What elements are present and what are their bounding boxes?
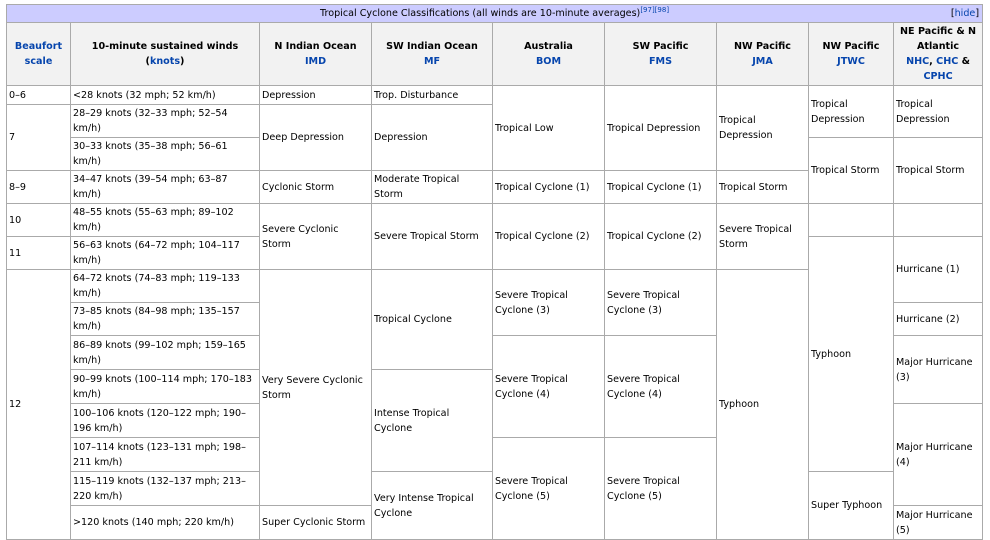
jtwc-cell: Typhoon: [808, 236, 894, 472]
swio-cell: Trop. Disturbance: [371, 85, 493, 105]
winds-cell: 107–114 knots (123–131 mph; 198–211 km/h…: [70, 437, 260, 472]
nep-cell: Major Hurricane (4): [892, 403, 984, 506]
hide-link[interactable]: hide: [955, 8, 976, 19]
winds-cell: 90–99 knots (100–114 mph; 170–183 km/h): [70, 369, 260, 404]
beaufort-cell: 0–6: [6, 85, 71, 105]
beaufort-cell: 10: [6, 203, 71, 237]
knots-link[interactable]: knots: [150, 56, 180, 67]
region-label: NW Pacific: [822, 41, 880, 52]
nep-cell: Major Hurricane (3): [892, 335, 984, 404]
agency-link-cphc[interactable]: CPHC: [923, 71, 952, 82]
agency-link-jma[interactable]: JMA: [752, 56, 773, 67]
beaufort-cell: 7: [6, 104, 71, 171]
winds-cell: 73–85 knots (84–98 mph; 135–157 km/h): [70, 302, 260, 336]
agency-link-fms[interactable]: FMS: [649, 56, 672, 67]
title-references[interactable]: [97][98]: [640, 6, 669, 14]
swp-cell: Tropical Cyclone (2): [604, 203, 717, 270]
nep-cell: Major Hurricane (5): [892, 505, 984, 540]
header-n-indian-ocean: N Indian Ocean IMD: [259, 22, 372, 86]
swio-cell: Moderate Tropical Storm: [371, 170, 493, 204]
jtwc-cell: Tropical Storm: [808, 137, 894, 204]
region-label: NW Pacific: [734, 41, 791, 52]
winds-cell: 34–47 knots (39–54 mph; 63–87 km/h): [70, 170, 260, 204]
ampersand: &: [961, 56, 971, 67]
table-title: Tropical Cyclone Classifications (all wi…: [320, 8, 641, 19]
winds-header-suffix: ): [180, 56, 185, 67]
nep-cell: Tropical Depression: [892, 85, 984, 138]
winds-cell: 56–63 knots (64–72 mph; 104–117 km/h): [70, 236, 260, 270]
agency-link-chc[interactable]: CHC: [936, 56, 958, 67]
header-australia: Australia BOM: [492, 22, 605, 86]
winds-cell: <28 knots (32 mph; 52 km/h): [70, 85, 260, 105]
region-label: N Indian Ocean: [274, 41, 357, 52]
beaufort-cell: 12: [6, 269, 71, 540]
region-label: Australia: [524, 41, 573, 52]
region-label: SW Pacific: [632, 41, 689, 52]
swp-cell: Severe Tropical Cyclone (3): [604, 269, 717, 336]
jma-cell: Tropical Storm: [716, 170, 809, 204]
jtwc-cell: Tropical Depression: [808, 85, 894, 138]
nep-cell: Hurricane (2): [892, 302, 984, 336]
header-sw-pacific: SW Pacific FMS: [604, 22, 717, 86]
aus-cell: Tropical Cyclone (1): [492, 170, 605, 204]
classification-table-container: Tropical Cyclone Classifications (all wi…: [5, 4, 988, 540]
jma-cell: Tropical Depression: [716, 85, 809, 171]
swp-cell: Severe Tropical Cyclone (5): [604, 437, 717, 540]
nep-cell: [892, 203, 984, 237]
swio-cell: Depression: [371, 104, 493, 171]
winds-cell: 86–89 knots (99–102 mph; 159–165 km/h): [70, 335, 260, 370]
nep-cell: Hurricane (1): [892, 236, 984, 303]
beaufort-scale-link[interactable]: Beaufort scale: [15, 41, 62, 67]
agency-link-imd[interactable]: IMD: [305, 56, 326, 67]
winds-cell: >120 knots (140 mph; 220 km/h): [70, 505, 260, 540]
agency-link-nhc[interactable]: NHC: [906, 56, 929, 67]
swio-cell: Very Intense Tropical Cyclone: [371, 471, 493, 540]
swio-cell: Severe Tropical Storm: [371, 203, 493, 270]
jtwc-cell: [808, 203, 894, 237]
cyclone-classification-table: Tropical Cyclone Classifications (all wi…: [5, 4, 984, 540]
nep-cell: Tropical Storm: [892, 137, 984, 204]
header-nw-pacific-jtwc: NW Pacific JTWC: [808, 22, 894, 86]
region-label: NE Pacific & N Atlantic: [900, 26, 977, 52]
header-beaufort: Beaufort scale: [6, 22, 71, 86]
nio-cell: Deep Depression: [259, 104, 372, 171]
winds-cell: 64–72 knots (74–83 mph; 119–133 km/h): [70, 269, 260, 303]
winds-cell: 30–33 knots (35–38 mph; 56–61 km/h): [70, 137, 260, 171]
jma-cell: Typhoon: [716, 269, 809, 540]
region-label: SW Indian Ocean: [386, 41, 478, 52]
aus-cell: Severe Tropical Cyclone (4): [492, 335, 605, 438]
header-sw-indian-ocean: SW Indian Ocean MF: [371, 22, 493, 86]
nio-cell: Depression: [259, 85, 372, 105]
table-caption: Tropical Cyclone Classifications (all wi…: [5, 4, 984, 23]
winds-cell: 48–55 knots (55–63 mph; 89–102 km/h): [70, 203, 260, 237]
agency-link-mf[interactable]: MF: [424, 56, 440, 67]
hide-toggle[interactable]: [hide]: [951, 6, 979, 21]
swp-cell: Tropical Cyclone (1): [604, 170, 717, 204]
jma-cell: Severe Tropical Storm: [716, 203, 809, 270]
winds-cell: 28–29 knots (32–33 mph; 52–54 km/h): [70, 104, 260, 138]
nio-cell: Severe Cyclonic Storm: [259, 203, 372, 270]
swio-cell: Tropical Cyclone: [371, 269, 493, 370]
header-winds: 10-minute sustained winds (knots): [70, 22, 260, 86]
nio-cell: Super Cyclonic Storm: [259, 505, 372, 540]
jtwc-cell: Super Typhoon: [808, 471, 894, 540]
aus-cell: Tropical Cyclone (2): [492, 203, 605, 270]
aus-cell: Severe Tropical Cyclone (5): [492, 437, 605, 540]
agency-link-jtwc[interactable]: JTWC: [837, 56, 865, 67]
nio-cell: Very Severe Cyclonic Storm: [259, 269, 372, 506]
nio-cell: Cyclonic Storm: [259, 170, 372, 204]
header-nw-pacific-jma: NW Pacific JMA: [716, 22, 809, 86]
aus-cell: Severe Tropical Cyclone (3): [492, 269, 605, 336]
agency-link-bom[interactable]: BOM: [536, 56, 561, 67]
winds-cell: 115–119 knots (132–137 mph; 213–220 km/h…: [70, 471, 260, 506]
swp-cell: Tropical Depression: [604, 85, 717, 171]
swp-cell: Severe Tropical Cyclone (4): [604, 335, 717, 438]
beaufort-cell: 11: [6, 236, 71, 270]
aus-cell: Tropical Low: [492, 85, 605, 171]
beaufort-cell: 8–9: [6, 170, 71, 204]
swio-cell: Intense Tropical Cyclone: [371, 369, 493, 472]
winds-cell: 100–106 knots (120–122 mph; 190–196 km/h…: [70, 403, 260, 438]
header-ne-pacific-n-atlantic: NE Pacific & N Atlantic NHC, CHC & CPHC: [892, 22, 984, 86]
